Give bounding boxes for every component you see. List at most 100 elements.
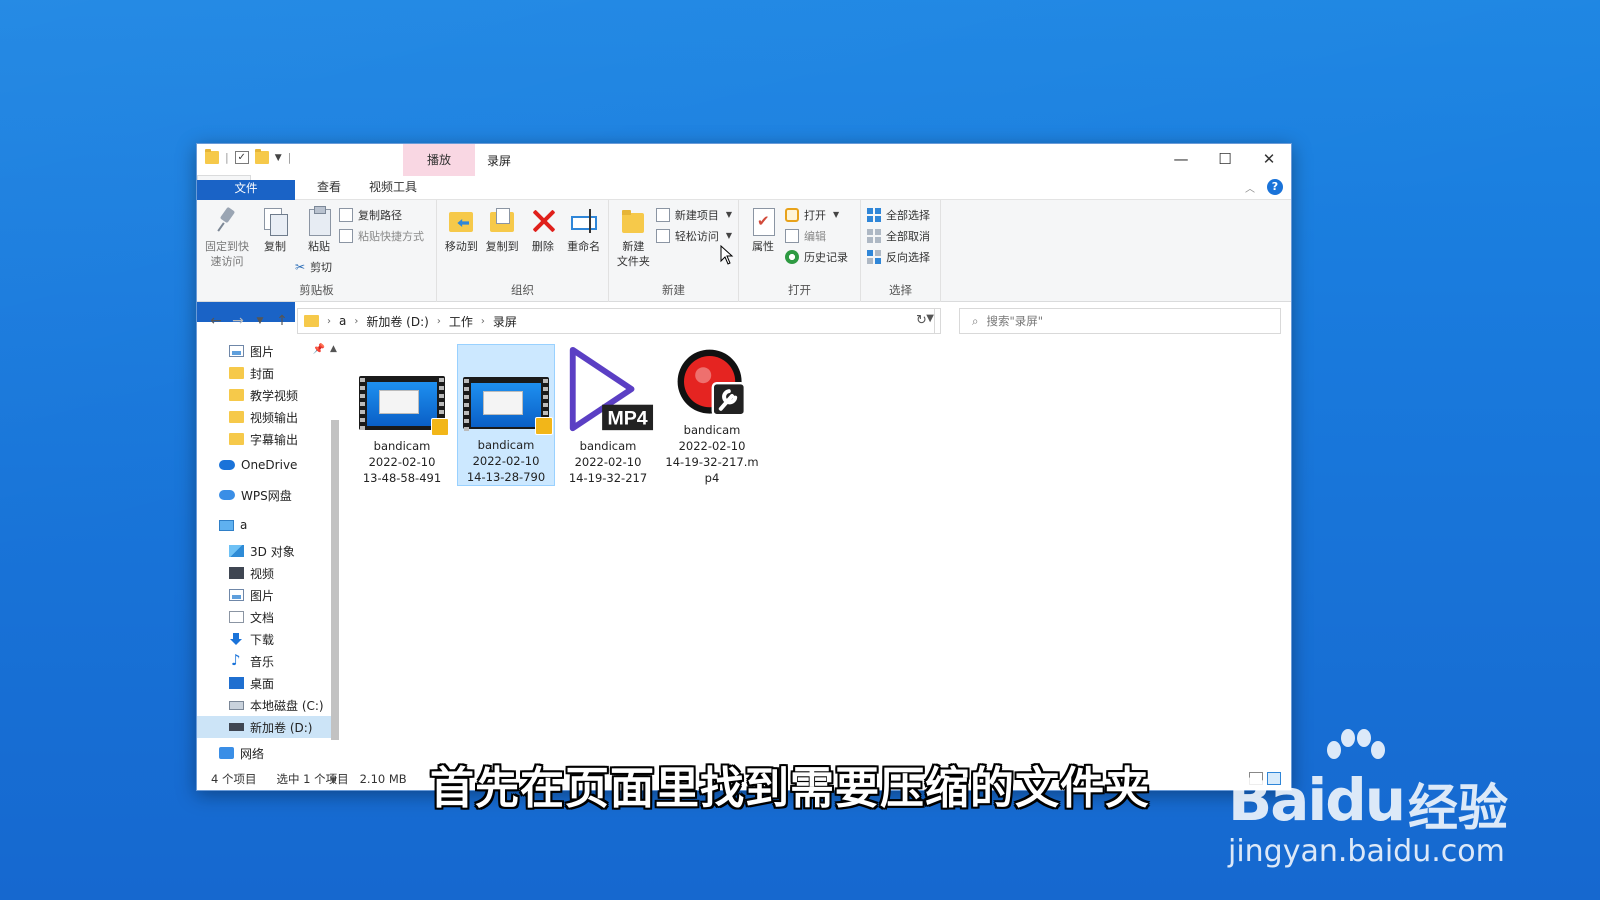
picture-icon [229,345,244,357]
copy-path-button[interactable]: 复制路径 [339,206,424,223]
breadcrumb-work[interactable]: 工作 [449,313,473,330]
nav-item-documents[interactable]: 文档 [197,606,331,628]
group-label-select: 选择 [889,283,912,297]
new-item-button[interactable]: 新建项目 ▼ [655,206,732,223]
group-clipboard: 固定到快 速访问 复制 粘贴 复制路径 粘贴快捷方式 ✂ 剪切 剪贴板 [197,200,437,302]
watermark-brand: Baidu [1228,766,1406,834]
nav-item-network[interactable]: 网络 [197,738,331,768]
tab-view[interactable]: 查看 [303,175,355,199]
computer-icon [219,519,234,531]
address-bar[interactable]: › a › 新加卷 (D:) › 工作 › 录屏 ▼ [297,308,941,334]
nav-item-desktop[interactable]: 桌面 [197,672,331,694]
watermark-jingyan: 经验 [1408,779,1508,837]
nav-item-wps-drive[interactable]: WPS网盘 [197,480,331,510]
network-icon [219,747,234,759]
select-none-icon [867,228,881,243]
minimize-button[interactable]: — [1159,144,1203,174]
copy-icon [261,206,289,236]
video-icon [229,567,244,579]
video-subtitle: 首先在页面里找到需要压缩的文件夹 [430,763,1150,814]
breadcrumb-drive-d[interactable]: 新加卷 (D:) [366,313,428,330]
select-none-button[interactable]: 全部取消 [867,227,934,244]
customize-qat-icon[interactable]: ▼ [275,153,282,163]
search-icon: ⌕ [972,313,979,328]
new-folder-button[interactable]: 新建 文件夹 [615,206,652,269]
breadcrumb-recordings[interactable]: 录屏 [493,313,517,330]
file-item-4[interactable]: bandicam 2022-02-10 14-19-32-217.m p4 [663,344,761,486]
nav-item-music[interactable]: 音乐 [197,650,331,672]
properties-check-icon[interactable]: ✓ [234,151,249,164]
bandicam-record-tool-icon [677,349,746,417]
folder-icon [205,149,219,164]
cut-button[interactable]: ✂ 剪切 [295,258,424,275]
nav-item-drive-d[interactable]: 新加卷 (D:) [197,716,331,738]
nav-item-this-pc[interactable]: a [197,510,331,540]
select-all-button[interactable]: 全部选择 [867,206,934,223]
delete-icon [529,206,557,236]
collapse-ribbon-icon[interactable]: ︿ [1245,180,1255,195]
onedrive-cloud-icon [219,460,235,470]
move-to-icon [447,206,475,236]
recent-locations-icon[interactable]: ▼ [249,316,271,326]
invert-selection-icon [867,249,881,264]
breadcrumb-pc[interactable]: a [339,314,346,328]
status-selection: 选中 1 个项目 2.10 MB [276,772,407,786]
copy-to-button[interactable]: 复制到 [484,206,521,254]
move-to-button[interactable]: 移动到 [443,206,480,254]
back-arrow-icon[interactable]: ← [205,313,227,329]
copy-button[interactable]: 复制 [255,206,295,275]
nav-item-video-output[interactable]: 视频输出 [197,406,331,428]
properties-button[interactable]: 属性 [745,206,781,265]
delete-button[interactable]: 删除 [525,206,562,254]
new-folder-icon[interactable] [254,149,269,164]
file-item-2[interactable]: bandicam 2022-02-10 14-13-28-790 [457,344,555,486]
video-thumbnail-icon [359,376,449,436]
pin-quick-access-button[interactable]: 固定到快 速访问 [203,206,251,275]
nav-item-pictures[interactable]: 图片 [197,584,331,606]
maximize-button[interactable]: ☐ [1203,144,1247,174]
context-tab-play[interactable]: 播放 [403,144,475,176]
status-item-count: 4 个项目 [211,772,257,786]
rename-button[interactable]: 重命名 [565,206,602,254]
close-button[interactable]: ✕ [1247,144,1291,174]
scissors-icon: ✂ [295,259,306,274]
desktop-icon [229,677,244,689]
edit-button[interactable]: 编辑 [785,227,848,244]
paste-shortcut-button[interactable]: 粘贴快捷方式 [339,227,424,244]
file-list: bandicam 2022-02-10 13-48-58-491 bandica… [331,340,1291,792]
video-thumbnail-icon [463,377,553,435]
forward-arrow-icon[interactable]: → [227,313,249,329]
nav-item-quick-pictures[interactable]: 图片 📌 [197,340,331,362]
nav-item-downloads[interactable]: 下载 [197,628,331,650]
search-placeholder: 搜索"录屏" [986,314,1044,328]
help-icon[interactable]: ? [1267,179,1283,195]
paste-icon [305,206,333,236]
invert-selection-button[interactable]: 反向选择 [867,248,934,265]
group-label-organize: 组织 [511,283,534,297]
nav-item-cover[interactable]: 封面 [197,362,331,384]
tab-video-tools[interactable]: 视频工具 [355,175,431,199]
up-arrow-icon[interactable]: ↑ [271,313,293,329]
folder-icon [229,433,244,445]
group-label-clipboard: 剪贴板 [299,283,334,297]
nav-item-local-disk-c[interactable]: 本地磁盘 (C:) [197,694,331,716]
history-button[interactable]: 历史记录 [785,248,848,265]
group-label-new: 新建 [662,283,685,297]
easy-access-button[interactable]: 轻松访问 ▼ [655,227,732,244]
nav-item-tutorial-videos[interactable]: 教学视频 [197,384,331,406]
document-icon [229,611,244,623]
picture-icon [229,589,244,601]
file-item-3[interactable]: MP4 bandicam 2022-02-10 14-19-32-217 [559,344,657,486]
copy-to-icon [488,206,516,236]
search-box[interactable]: ⌕ 搜索"录屏" [959,308,1281,334]
nav-item-videos[interactable]: 视频 [197,562,331,584]
refresh-button[interactable]: ↻ [909,308,935,334]
nav-item-subtitle-output[interactable]: 字幕输出 [197,428,331,450]
open-button[interactable]: 打开 ▼ [785,206,848,223]
mp4-play-icon: MP4 [569,346,654,432]
nav-item-3d-objects[interactable]: 3D 对象 [197,540,331,562]
new-folder-big-icon [619,206,647,236]
nav-item-onedrive[interactable]: OneDrive [197,450,331,480]
paste-shortcut-icon [339,228,353,243]
file-item-1[interactable]: bandicam 2022-02-10 13-48-58-491 [353,344,451,486]
